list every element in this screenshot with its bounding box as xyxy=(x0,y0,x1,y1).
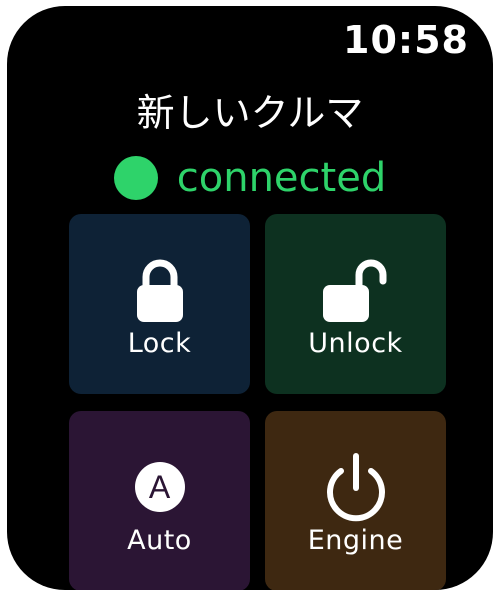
engine-button[interactable]: Engine xyxy=(265,411,446,590)
lock-button[interactable]: Lock xyxy=(69,214,250,394)
green-dot-icon xyxy=(113,156,158,200)
power-icon xyxy=(265,449,446,525)
auto-circle-icon: A xyxy=(134,462,185,512)
engine-label: Engine xyxy=(307,525,404,556)
lock-open-icon xyxy=(265,252,446,328)
watch-screen: 10:58 新しいクルマ connected Lock Unlock A Aut… xyxy=(7,6,493,590)
auto-button[interactable]: A Auto xyxy=(69,411,250,590)
unlock-label: Unlock xyxy=(308,328,403,359)
clock-time: 10:58 xyxy=(343,18,469,62)
unlock-button[interactable]: Unlock xyxy=(265,214,446,394)
auto-label: Auto xyxy=(127,525,192,556)
connection-status: connected xyxy=(7,150,493,206)
connection-status-text: connected xyxy=(176,155,387,201)
lock-label: Lock xyxy=(127,328,192,359)
lock-closed-icon xyxy=(69,252,250,328)
car-name-title: 新しいクルマ xyxy=(136,91,364,135)
